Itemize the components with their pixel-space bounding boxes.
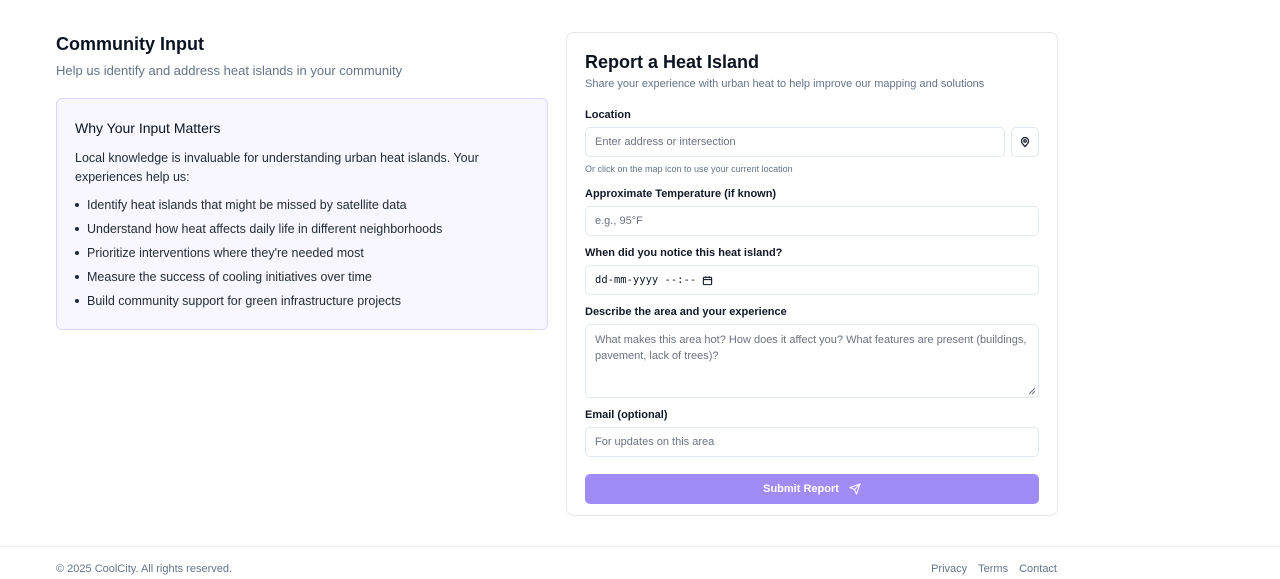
temperature-label: Approximate Temperature (if known) [585, 188, 777, 200]
list-item: Measure the success of cooling initiativ… [75, 269, 529, 285]
location-hint: Or click on the map icon to use your cur… [585, 164, 793, 174]
email-input[interactable]: For updates on this area [585, 427, 1039, 457]
terms-link[interactable]: Terms [978, 563, 1008, 575]
report-heat-island-form: Report a Heat Island Share your experien… [566, 32, 1058, 516]
community-input-section: Community Input Help us identify and add… [56, 33, 548, 330]
list-item: Prioritize interventions where they're n… [75, 245, 529, 261]
location-placeholder: Enter address or intersection [595, 136, 736, 148]
email-placeholder: For updates on this area [595, 436, 715, 448]
list-item: Understand how heat affects daily life i… [75, 221, 529, 237]
date-label: When did you notice this heat island? [585, 247, 783, 259]
datetime-placeholder: dd-mm-yyyy --:-- [595, 274, 697, 286]
datetime-input[interactable]: dd-mm-yyyy --:-- [585, 265, 1039, 295]
map-pin-icon [1020, 136, 1030, 148]
info-card-text: Local knowledge is invaluable for unders… [75, 151, 479, 184]
submit-report-button[interactable]: Submit Report [585, 474, 1039, 504]
page-title: Community Input [56, 34, 204, 54]
list-item: Identify heat islands that might be miss… [75, 197, 529, 213]
privacy-link[interactable]: Privacy [931, 563, 967, 575]
calendar-icon[interactable] [702, 275, 713, 286]
use-location-button[interactable] [1011, 127, 1039, 157]
temperature-placeholder: e.g., 95°F [595, 215, 643, 227]
form-subtitle: Share your experience with urban heat to… [585, 78, 985, 90]
form-title: Report a Heat Island [585, 52, 760, 72]
submit-label: Submit Report [763, 483, 839, 495]
location-input[interactable]: Enter address or intersection [585, 127, 1006, 157]
footer-links: Privacy Terms Contact [931, 563, 1057, 575]
contact-link[interactable]: Contact [1019, 563, 1057, 575]
temperature-input[interactable]: e.g., 95°F [585, 206, 1039, 236]
resize-handle-icon[interactable] [1028, 387, 1036, 395]
location-label: Location [585, 109, 631, 121]
description-label: Describe the area and your experience [585, 306, 787, 318]
copyright-text: © 2025 CoolCity. All rights reserved. [56, 563, 233, 575]
why-input-matters-card: Why Your Input Matters Local knowledge i… [56, 98, 548, 330]
benefits-list: Identify heat islands that might be miss… [75, 197, 529, 309]
description-placeholder: What makes this area hot? How does it af… [595, 334, 1027, 362]
send-icon [849, 483, 861, 495]
email-label: Email (optional) [585, 409, 668, 421]
info-card-title: Why Your Input Matters [75, 120, 221, 136]
page-subtitle: Help us identify and address heat island… [56, 63, 403, 78]
list-item: Build community support for green infras… [75, 293, 529, 309]
description-textarea[interactable]: What makes this area hot? How does it af… [585, 324, 1039, 398]
footer: © 2025 CoolCity. All rights reserved. Pr… [0, 546, 1280, 579]
